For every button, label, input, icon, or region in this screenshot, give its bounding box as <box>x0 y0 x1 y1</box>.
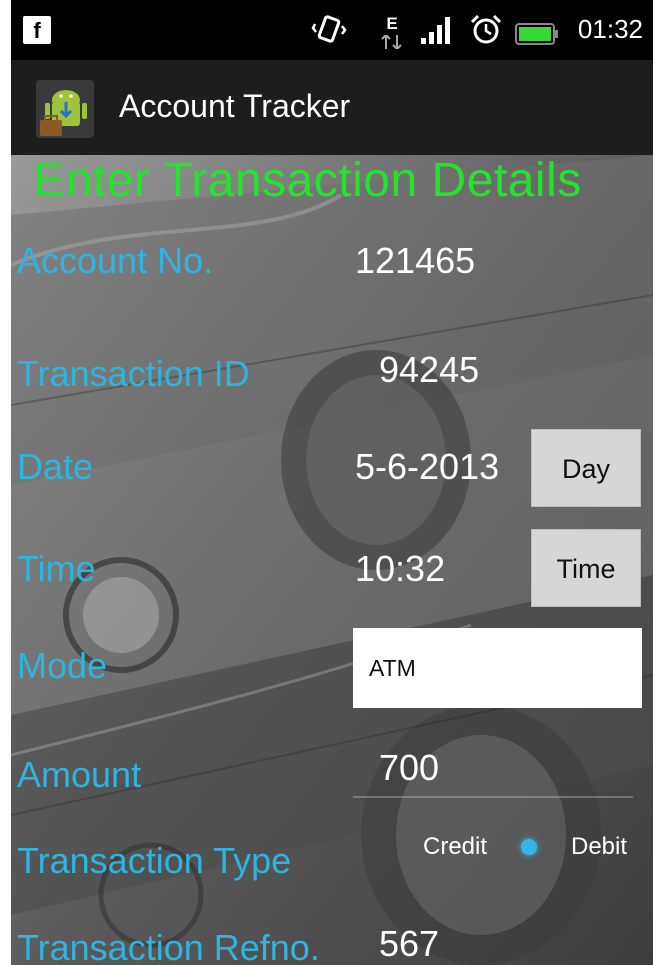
mode-input[interactable]: ATM <box>353 628 642 708</box>
amount-label: Amount <box>17 754 142 795</box>
transaction-id-label: Transaction ID <box>17 353 250 394</box>
android-app-icon[interactable] <box>36 80 94 138</box>
signal-icon <box>421 17 450 44</box>
action-bar: Account Tracker <box>11 60 653 155</box>
amount-value[interactable]: 700 <box>379 747 439 789</box>
transaction-form: Enter Transaction Details Account No. 12… <box>11 155 653 965</box>
transaction-refno-label: Transaction Refno. <box>17 927 320 965</box>
transaction-refno-value[interactable]: 567 <box>379 923 439 965</box>
day-button[interactable]: Day <box>531 429 641 507</box>
battery-icon <box>515 23 558 45</box>
edge-label: E <box>386 14 398 33</box>
vibrate-icon <box>311 15 347 43</box>
phone-screen: f E 01:32 Account Tracker Enter Transact… <box>11 0 653 965</box>
form-heading: Enter Transaction Details <box>33 155 582 207</box>
time-label: Time <box>17 548 96 589</box>
status-bar: f E 01:32 <box>11 0 653 60</box>
date-value[interactable]: 5-6-2013 <box>355 446 499 488</box>
time-value[interactable]: 10:32 <box>355 548 445 590</box>
debit-radio-label[interactable]: Debit <box>571 833 627 861</box>
status-clock: 01:32 <box>577 14 643 44</box>
edge-data-icon: E <box>381 14 403 51</box>
facebook-icon: f <box>23 16 51 44</box>
transaction-type-label: Transaction Type <box>17 840 292 881</box>
amount-underline <box>353 796 633 798</box>
transaction-type-radio-indicator[interactable] <box>521 839 537 855</box>
app-title: Account Tracker <box>119 88 351 124</box>
credit-radio-label[interactable]: Credit <box>423 833 487 861</box>
transaction-id-value[interactable]: 94245 <box>379 349 479 391</box>
account-no-label: Account No. <box>17 240 214 281</box>
time-button[interactable]: Time <box>531 529 641 607</box>
account-no-value[interactable]: 121465 <box>355 240 475 282</box>
date-label: Date <box>17 446 94 487</box>
mode-label: Mode <box>17 645 108 686</box>
alarm-icon <box>470 14 502 44</box>
